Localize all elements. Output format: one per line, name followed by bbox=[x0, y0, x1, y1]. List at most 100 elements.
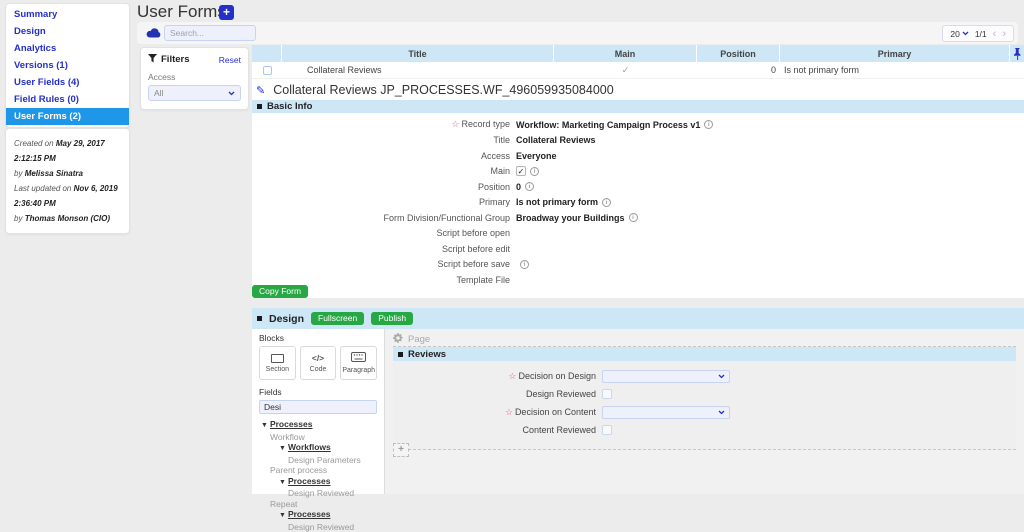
drag-handle-icon[interactable]: + bbox=[393, 443, 409, 457]
design-section-header: Design Fullscreen Publish bbox=[252, 308, 1024, 329]
info-icon[interactable]: i bbox=[525, 182, 534, 191]
paragraph-block-icon bbox=[351, 352, 366, 364]
reviews-form: ☆Decision on Design Design Reviewed ☆Dec… bbox=[393, 361, 1016, 449]
required-star-icon: ☆ bbox=[505, 407, 513, 417]
row-checkbox[interactable] bbox=[263, 66, 272, 75]
table-header: Title Main Position Primary bbox=[252, 45, 1024, 62]
filters-title: Filters bbox=[161, 54, 215, 65]
caret-down-icon: ▼ bbox=[279, 512, 286, 519]
info-icon[interactable]: i bbox=[602, 198, 611, 207]
sidebar-item-design[interactable]: Design bbox=[6, 23, 129, 40]
section-block-icon bbox=[271, 354, 284, 363]
field-access: Access Everyone bbox=[252, 148, 1024, 164]
filters-panel: Filters Reset Access All bbox=[140, 47, 249, 110]
blocks-label: Blocks bbox=[259, 333, 377, 343]
column-title[interactable]: Title bbox=[282, 45, 554, 62]
form-field-decision-on-content: ☆Decision on Content bbox=[393, 403, 1016, 421]
tree-item-workflow[interactable]: Workflow bbox=[259, 432, 377, 443]
tree-item-repeat[interactable]: Repeat bbox=[259, 499, 377, 510]
sidebar-item-field-rules[interactable]: Field Rules (0) bbox=[6, 91, 129, 108]
field-script-before-edit: Script before edit bbox=[252, 241, 1024, 257]
column-main[interactable]: Main bbox=[554, 45, 697, 62]
page-title: User Forms bbox=[137, 2, 226, 22]
required-star-icon: ☆ bbox=[508, 371, 516, 381]
access-filter-select[interactable]: All bbox=[148, 85, 241, 101]
table-row[interactable]: Collateral Reviews ✓ 0 Is not primary fo… bbox=[252, 62, 1024, 79]
tree-group-processes[interactable]: ▼Processes bbox=[259, 509, 377, 522]
tree-group-processes[interactable]: ▼Processes bbox=[259, 419, 377, 432]
tree-group-workflows[interactable]: ▼Workflows bbox=[259, 442, 377, 455]
updated-by-line: by Thomas Monson (CIO) bbox=[14, 211, 121, 226]
sidebar-item-summary[interactable]: Summary bbox=[6, 6, 129, 23]
field-position: Position 0 i bbox=[252, 179, 1024, 195]
row-title: Collateral Reviews bbox=[282, 62, 554, 78]
sidebar-item-versions[interactable]: Versions (1) bbox=[6, 57, 129, 74]
tree-item-design-parameters[interactable]: Design Parameters bbox=[259, 455, 377, 466]
caret-down-icon: ▼ bbox=[261, 422, 268, 429]
chevron-down-icon bbox=[228, 91, 235, 96]
pagination: 20 1/1 ‹ › bbox=[942, 25, 1014, 42]
forms-table: Title Main Position Primary Collateral R… bbox=[252, 45, 1024, 79]
block-section-button[interactable]: Section bbox=[259, 346, 296, 380]
detail-title: Collateral Reviews JP_PROCESSES.WF_49605… bbox=[273, 83, 613, 97]
edit-icon[interactable]: ✎ bbox=[256, 84, 265, 97]
tree-group-processes[interactable]: ▼Processes bbox=[259, 476, 377, 489]
fullscreen-button[interactable]: Fullscreen bbox=[311, 312, 364, 325]
info-icon[interactable]: i bbox=[520, 260, 529, 269]
column-position[interactable]: Position bbox=[697, 45, 780, 62]
page-block-header[interactable]: Page bbox=[393, 333, 1016, 346]
cloud-sync-icon bbox=[146, 28, 161, 40]
sidebar-item-analytics[interactable]: Analytics bbox=[6, 40, 129, 57]
block-code-button[interactable]: </> Code bbox=[300, 346, 337, 380]
reviews-section-header[interactable]: Reviews bbox=[393, 347, 1016, 361]
decision-on-content-select[interactable] bbox=[602, 406, 730, 419]
form-field-content-reviewed: Content Reviewed bbox=[393, 421, 1016, 439]
block-paragraph-button[interactable]: Paragraph bbox=[340, 346, 377, 380]
field-script-before-open: Script before open bbox=[252, 226, 1024, 242]
decision-on-design-select[interactable] bbox=[602, 370, 730, 383]
prev-page-button[interactable]: ‹ bbox=[993, 29, 997, 39]
form-detail-panel: ✎ Collateral Reviews JP_PROCESSES.WF_496… bbox=[252, 79, 1024, 298]
section-bullet-icon bbox=[257, 316, 262, 321]
design-body: Blocks Section </> Code Paragraph Fields… bbox=[252, 329, 1024, 494]
fields-filter-input[interactable] bbox=[259, 400, 377, 414]
sidebar-item-user-forms[interactable]: User Forms (2) bbox=[6, 108, 129, 125]
field-title: Title Collateral Reviews bbox=[252, 133, 1024, 149]
row-primary: Is not primary form bbox=[780, 62, 1010, 78]
form-field-design-reviewed: Design Reviewed bbox=[393, 385, 1016, 403]
select-all-cell bbox=[252, 45, 282, 62]
basic-info-header[interactable]: Basic Info bbox=[252, 100, 1024, 113]
content-reviewed-checkbox[interactable] bbox=[602, 425, 612, 435]
column-primary[interactable]: Primary bbox=[780, 45, 1010, 62]
pin-icon[interactable] bbox=[1010, 45, 1024, 62]
row-position: 0 bbox=[697, 62, 780, 78]
main-checkbox[interactable]: ✓ bbox=[516, 166, 526, 176]
design-reviewed-checkbox[interactable] bbox=[602, 389, 612, 399]
add-form-button[interactable]: + bbox=[219, 5, 234, 20]
info-icon[interactable]: i bbox=[704, 120, 713, 129]
fields-tree: ▼Processes Workflow ▼Workflows Design Pa… bbox=[259, 419, 377, 532]
field-record-type: ☆Record type Workflow: Marketing Campaig… bbox=[252, 117, 1024, 133]
sidebar: Summary Design Analytics Versions (1) Us… bbox=[5, 3, 130, 128]
created-by-line: by Melissa Sinatra bbox=[14, 166, 121, 181]
tree-item-parent-process[interactable]: Parent process bbox=[259, 465, 377, 476]
fields-label: Fields bbox=[259, 387, 377, 397]
field-primary: Primary Is not primary form i bbox=[252, 195, 1024, 211]
tree-item-design-reviewed[interactable]: Design Reviewed bbox=[259, 488, 377, 499]
search-input[interactable] bbox=[164, 25, 256, 41]
filters-reset-link[interactable]: Reset bbox=[219, 55, 241, 65]
info-icon[interactable]: i bbox=[530, 167, 539, 176]
field-form-division: Form Division/Functional Group Broadway … bbox=[252, 210, 1024, 226]
publish-button[interactable]: Publish bbox=[371, 312, 413, 325]
page-block: Reviews ☆Decision on Design Design Revie… bbox=[393, 346, 1016, 450]
field-template-file: Template File bbox=[252, 272, 1024, 288]
tree-item-design-reviewed[interactable]: Design Reviewed bbox=[259, 522, 377, 532]
page-size-select[interactable]: 20 bbox=[950, 29, 968, 39]
chevron-down-icon bbox=[962, 31, 969, 36]
sidebar-item-user-fields[interactable]: User Fields (4) bbox=[6, 74, 129, 91]
funnel-icon bbox=[148, 54, 157, 65]
next-page-button[interactable]: › bbox=[1002, 29, 1006, 39]
info-icon[interactable]: i bbox=[629, 213, 638, 222]
created-line: Created on May 29, 2017 2:12:15 PM bbox=[14, 136, 121, 166]
copy-form-button[interactable]: Copy Form bbox=[252, 285, 308, 298]
